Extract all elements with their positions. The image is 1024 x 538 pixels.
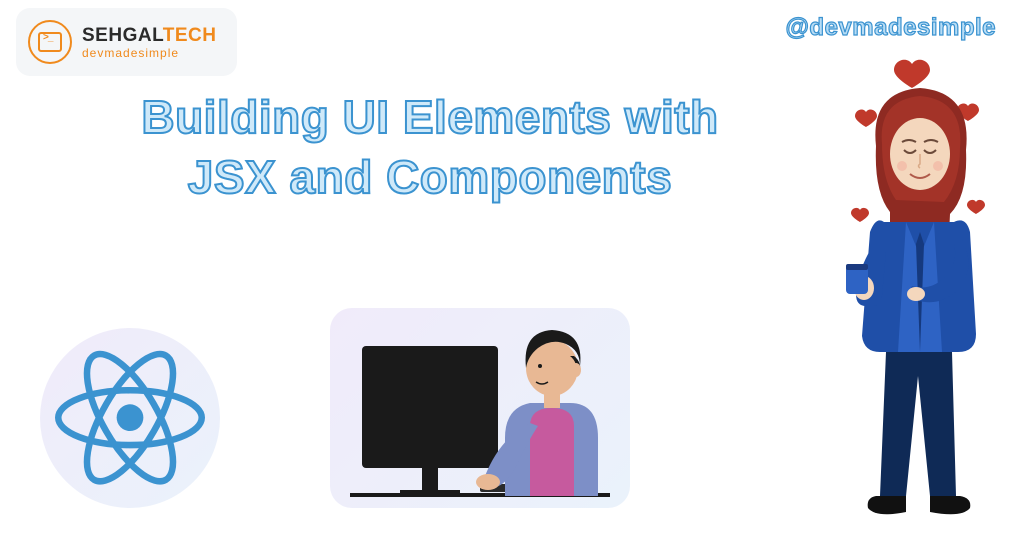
brand-logo-text: SEHGALTECH devmadesimple — [82, 26, 217, 59]
woman-illustration — [820, 56, 1010, 526]
title-line-2: JSX and Components — [60, 148, 800, 208]
brand-name-part1: SEHGAL — [82, 25, 163, 46]
coder-illustration-tile — [330, 308, 630, 508]
react-icon — [55, 343, 205, 493]
react-logo-tile — [40, 328, 220, 508]
terminal-icon — [28, 20, 72, 64]
social-handle: @devmadesimple — [786, 14, 996, 42]
woman-hijab-icon — [820, 56, 1010, 526]
brand-tagline: devmadesimple — [82, 47, 217, 59]
brand-name-part2: TECH — [163, 25, 217, 46]
person-coding-icon — [330, 308, 630, 508]
brand-logo-card: SEHGALTECH devmadesimple — [16, 8, 237, 76]
title-line-1: Building UI Elements with — [60, 88, 800, 148]
page-title: Building UI Elements with JSX and Compon… — [60, 88, 800, 208]
